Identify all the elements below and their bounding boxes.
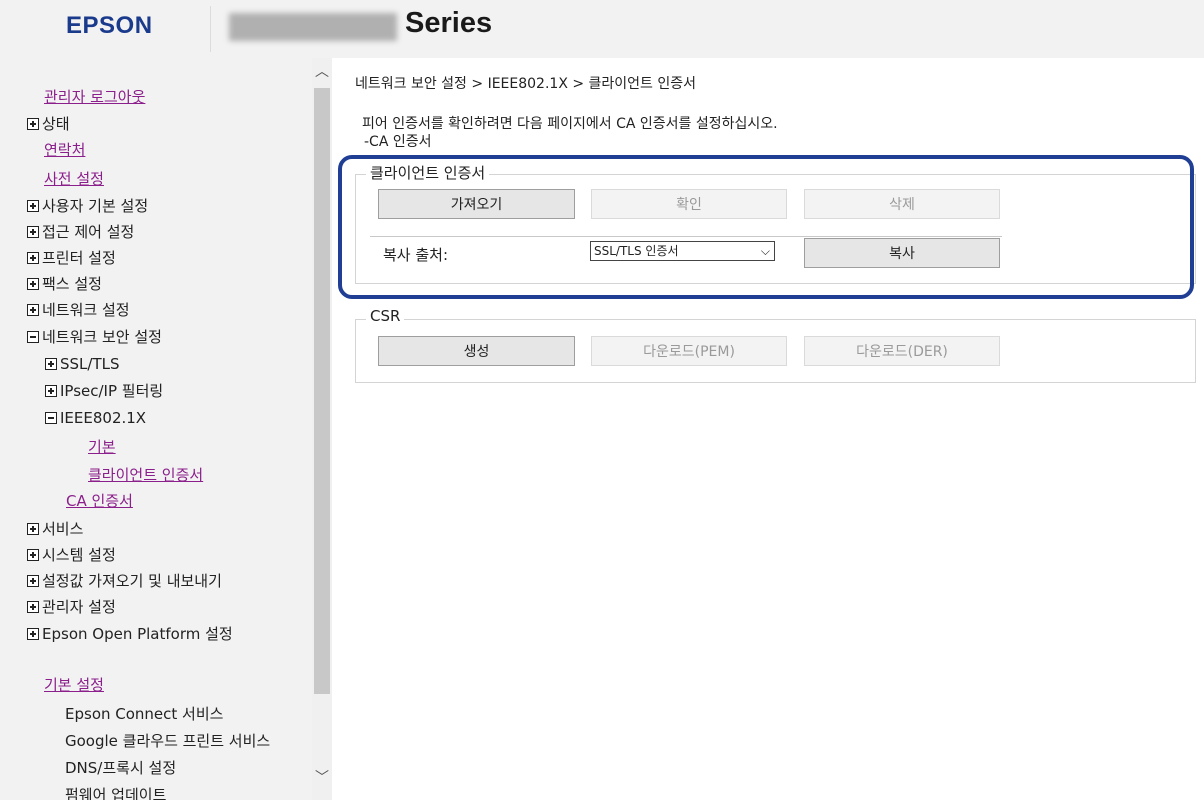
- sidebar-item-admin-settings[interactable]: 관리자 설정: [27, 597, 116, 617]
- description-text: 피어 인증서를 확인하려면 다음 페이지에서 CA 인증서를 설정하십시오.: [362, 116, 778, 132]
- download-der-button[interactable]: 다운로드(DER): [804, 336, 1000, 366]
- sidebar-item-system[interactable]: 시스템 설정: [27, 545, 116, 565]
- scroll-down-arrow-icon[interactable]: ﹀: [312, 768, 332, 788]
- sidebar-item-basic-settings[interactable]: 기본 설정: [44, 675, 104, 695]
- sidebar-item-epson-open-platform[interactable]: Epson Open Platform 설정: [27, 624, 233, 644]
- sidebar-item-network[interactable]: 네트워크 설정: [27, 300, 130, 320]
- sidebar-item-printer[interactable]: 프린터 설정: [27, 248, 116, 268]
- sidebar-item-ca-cert[interactable]: CA 인증서: [66, 491, 133, 511]
- expand-icon[interactable]: [27, 118, 39, 130]
- epson-logo: EPSON: [66, 12, 153, 39]
- expand-icon[interactable]: [27, 575, 39, 587]
- scroll-up-arrow-icon[interactable]: ︿: [312, 62, 332, 82]
- sidebar-item-admin-logout[interactable]: 관리자 로그아웃: [44, 87, 145, 107]
- expand-icon[interactable]: [27, 523, 39, 535]
- sidebar-item-presets[interactable]: 사전 설정: [44, 169, 104, 189]
- sidebar-item-epson-connect[interactable]: Epson Connect 서비스: [65, 704, 223, 724]
- collapse-icon[interactable]: [45, 412, 57, 424]
- breadcrumb: 네트워크 보안 설정 > IEEE802.1X > 클라이언트 인증서: [355, 76, 697, 92]
- sidebar-item-client-cert[interactable]: 클라이언트 인증서: [88, 465, 203, 485]
- series-title: Series: [405, 7, 493, 39]
- sidebar-item-access-control[interactable]: 접근 제어 설정: [27, 222, 134, 242]
- sidebar-item-ipsec[interactable]: IPsec/IP 필터링: [45, 381, 163, 401]
- scroll-thumb[interactable]: [314, 88, 330, 694]
- expand-icon[interactable]: [27, 304, 39, 316]
- collapse-icon[interactable]: [27, 331, 39, 343]
- generate-button[interactable]: 생성: [378, 336, 575, 366]
- sidebar-item-basic[interactable]: 기본: [88, 437, 116, 457]
- sidebar-item-contacts[interactable]: 연락처: [44, 140, 85, 160]
- expand-icon[interactable]: [45, 385, 57, 397]
- expand-icon[interactable]: [27, 549, 39, 561]
- sidebar-item-ssl-tls[interactable]: SSL/TLS: [45, 354, 120, 374]
- expand-icon[interactable]: [27, 252, 39, 264]
- sidebar-item-status[interactable]: 상태: [27, 114, 70, 134]
- sidebar-scrollbar[interactable]: ︿ ﹀: [312, 58, 332, 800]
- sidebar-item-import-export[interactable]: 설정값 가져오기 및 내보내기: [27, 571, 222, 591]
- sidebar-item-user-default[interactable]: 사용자 기본 설정: [27, 196, 148, 216]
- sidebar-item-fax[interactable]: 팩스 설정: [27, 274, 102, 294]
- sidebar-nav: 관리자 로그아웃 상태 연락처 사전 설정 사용자 기본 설정 접근 제어 설정…: [0, 58, 332, 800]
- sidebar-item-ieee8021x[interactable]: IEEE802.1X: [45, 408, 146, 428]
- expand-icon[interactable]: [27, 278, 39, 290]
- model-name-redacted: [229, 13, 397, 41]
- sidebar-item-firmware-update[interactable]: 펌웨어 업데이트: [65, 785, 166, 800]
- header-divider: [210, 6, 211, 52]
- header-bar: EPSON Series: [0, 0, 1204, 58]
- download-pem-button[interactable]: 다운로드(PEM): [591, 336, 787, 366]
- highlight-box: [338, 155, 1194, 299]
- expand-icon[interactable]: [45, 358, 57, 370]
- sidebar-item-network-security[interactable]: 네트워크 보안 설정: [27, 327, 162, 347]
- sidebar-item-google-cloud-print[interactable]: Google 클라우드 프린트 서비스: [65, 731, 270, 751]
- expand-icon[interactable]: [27, 226, 39, 238]
- sidebar-item-dns-proxy[interactable]: DNS/프록시 설정: [65, 758, 176, 778]
- expand-icon[interactable]: [27, 628, 39, 640]
- sidebar-item-services[interactable]: 서비스: [27, 519, 83, 539]
- csr-legend: CSR: [366, 307, 405, 325]
- expand-icon[interactable]: [27, 601, 39, 613]
- ca-cert-reference: -CA 인증서: [364, 134, 432, 150]
- expand-icon[interactable]: [27, 200, 39, 212]
